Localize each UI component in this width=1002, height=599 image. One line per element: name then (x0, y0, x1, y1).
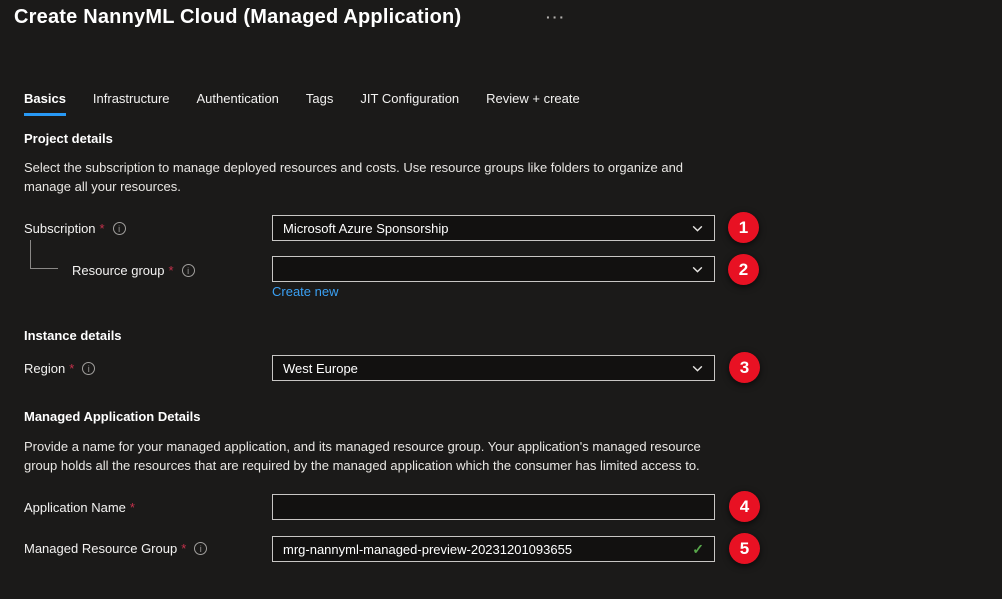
region-dropdown[interactable]: West Europe (272, 355, 715, 381)
page-title: Create NannyML Cloud (Managed Applicatio… (14, 6, 461, 29)
create-new-link[interactable]: Create new (272, 284, 338, 299)
more-options-icon[interactable]: ··· (546, 8, 566, 26)
info-icon[interactable]: i (113, 222, 126, 235)
resource-group-label-text: Resource group (72, 263, 165, 278)
required-asterisk: * (181, 541, 186, 556)
application-name-label: Application Name * (24, 500, 135, 515)
tab-infrastructure[interactable]: Infrastructure (93, 91, 170, 116)
region-label-text: Region (24, 361, 65, 376)
info-icon[interactable]: i (182, 264, 195, 277)
required-asterisk: * (69, 361, 74, 376)
managed-app-details-description: Provide a name for your managed applicat… (24, 437, 706, 475)
tab-basics[interactable]: Basics (24, 91, 66, 116)
annotation-badge-3: 3 (729, 352, 760, 383)
required-asterisk: * (169, 263, 174, 278)
application-name-field (272, 494, 715, 520)
annotation-badge-1: 1 (728, 212, 759, 243)
project-details-description: Select the subscription to manage deploy… (24, 158, 686, 196)
instance-details-heading: Instance details (24, 328, 122, 343)
chevron-down-icon (691, 362, 704, 375)
resource-group-connector (30, 240, 58, 269)
annotation-badge-4: 4 (729, 491, 760, 522)
region-value: West Europe (283, 361, 358, 376)
tab-tags[interactable]: Tags (306, 91, 333, 116)
required-asterisk: * (100, 221, 105, 236)
annotation-badge-5: 5 (729, 533, 760, 564)
managed-resource-group-field: ✓ (272, 536, 715, 562)
resource-group-label: Resource group * i (72, 263, 195, 278)
info-icon[interactable]: i (82, 362, 95, 375)
valid-check-icon: ✓ (692, 541, 704, 558)
subscription-label: Subscription * i (24, 221, 126, 236)
application-name-input[interactable] (283, 495, 704, 519)
managed-app-details-heading: Managed Application Details (24, 409, 201, 424)
tab-jit-configuration[interactable]: JIT Configuration (360, 91, 459, 116)
tab-authentication[interactable]: Authentication (197, 91, 279, 116)
subscription-dropdown[interactable]: Microsoft Azure Sponsorship (272, 215, 715, 241)
application-name-label-text: Application Name (24, 500, 126, 515)
chevron-down-icon (691, 263, 704, 276)
managed-resource-group-label-text: Managed Resource Group (24, 541, 177, 556)
region-label: Region * i (24, 361, 95, 376)
info-icon[interactable]: i (194, 542, 207, 555)
tab-review-create[interactable]: Review + create (486, 91, 580, 116)
subscription-value: Microsoft Azure Sponsorship (283, 221, 448, 236)
subscription-label-text: Subscription (24, 221, 96, 236)
project-details-heading: Project details (24, 131, 113, 146)
resource-group-dropdown[interactable] (272, 256, 715, 282)
annotation-badge-2: 2 (728, 254, 759, 285)
managed-resource-group-label: Managed Resource Group * i (24, 541, 207, 556)
chevron-down-icon (691, 222, 704, 235)
required-asterisk: * (130, 500, 135, 515)
managed-resource-group-input[interactable] (283, 537, 692, 561)
wizard-tabs: Basics Infrastructure Authentication Tag… (24, 91, 580, 116)
